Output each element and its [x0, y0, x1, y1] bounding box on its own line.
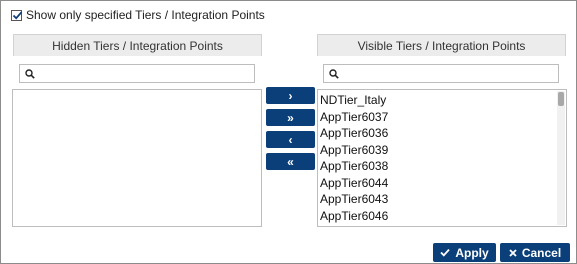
list-item[interactable]: AppTier6044: [318, 175, 566, 192]
check-icon: [12, 11, 23, 20]
show-specified-checkbox-row[interactable]: Show only specified Tiers / Integration …: [11, 8, 265, 22]
move-right-glyph: ›: [288, 88, 293, 103]
x-icon: [509, 248, 517, 257]
move-all-right-glyph: »: [287, 110, 294, 125]
move-right-button[interactable]: ›: [266, 87, 315, 104]
hidden-panel-header: Hidden Tiers / Integration Points: [13, 34, 262, 56]
show-specified-checkbox[interactable]: [11, 9, 23, 21]
list-item[interactable]: AppTier6038: [318, 158, 566, 175]
list-item[interactable]: AppTier6039: [318, 142, 566, 159]
visible-panel-title: Visible Tiers / Integration Points: [357, 38, 526, 53]
list-item[interactable]: AppTier6043: [318, 191, 566, 208]
hidden-panel-title: Hidden Tiers / Integration Points: [52, 38, 223, 53]
move-all-right-button[interactable]: »: [266, 109, 315, 126]
move-all-left-button[interactable]: «: [266, 153, 315, 170]
move-left-glyph: ‹: [288, 132, 293, 147]
list-item[interactable]: AppTier6046: [318, 208, 566, 225]
list-item[interactable]: AppTier6036: [318, 125, 566, 142]
search-icon: [329, 68, 339, 79]
visible-list[interactable]: NDTier_Italy AppTier6037 AppTier6036 App…: [317, 89, 567, 227]
search-icon: [25, 68, 35, 79]
show-specified-label: Show only specified Tiers / Integration …: [26, 8, 265, 22]
visible-list-scrollbar[interactable]: [557, 91, 565, 225]
scrollbar-thumb[interactable]: [558, 92, 564, 106]
list-item[interactable]: AppTier6037: [318, 109, 566, 126]
move-all-left-glyph: «: [287, 154, 294, 169]
cancel-label: Cancel: [521, 245, 562, 260]
move-left-button[interactable]: ‹: [266, 131, 315, 148]
visible-search-box[interactable]: [323, 64, 559, 83]
cancel-button[interactable]: Cancel: [500, 243, 570, 262]
visible-search-input[interactable]: [342, 65, 558, 82]
hidden-search-box[interactable]: [19, 64, 255, 83]
hidden-list[interactable]: [12, 89, 262, 227]
apply-label: Apply: [455, 245, 489, 260]
visible-panel-header: Visible Tiers / Integration Points: [317, 34, 566, 56]
check-icon: [440, 248, 450, 257]
tier-visibility-dialog: Show only specified Tiers / Integration …: [0, 0, 577, 264]
list-item[interactable]: NDTier_Italy: [318, 92, 566, 109]
hidden-search-input[interactable]: [38, 65, 254, 82]
apply-button[interactable]: Apply: [433, 243, 496, 262]
